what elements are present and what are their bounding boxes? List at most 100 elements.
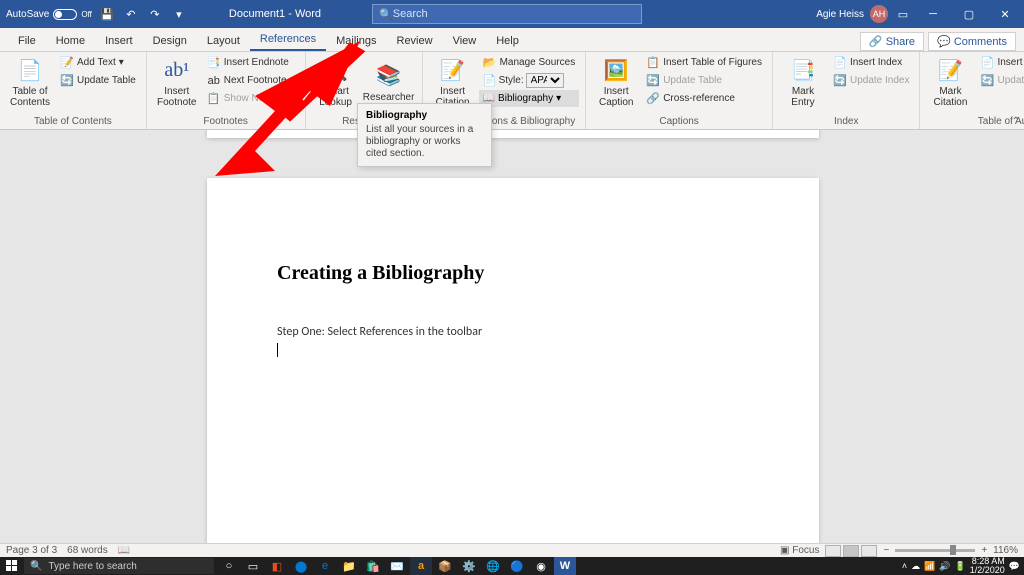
amazon-icon[interactable]: a [410,557,432,575]
start-button[interactable] [0,557,24,575]
store-icon[interactable]: 🛍️ [362,557,384,575]
tab-mailings[interactable]: Mailings [326,31,386,51]
mark-entry-button[interactable]: 📑 Mark Entry [779,54,827,110]
wifi-icon[interactable]: 📶 [924,561,935,572]
tab-help[interactable]: Help [486,31,529,51]
cortana-icon[interactable]: ○ [218,557,240,575]
status-bar: Page 3 of 3 68 words 📖 ▣ Focus − + 116% [0,543,1024,557]
word-taskbar-icon[interactable]: W [554,557,576,575]
chrome-icon[interactable]: 🌐 [482,557,504,575]
document-area[interactable]: Creating a Bibliography Step One: Select… [0,130,1024,543]
tab-file[interactable]: File [8,31,46,51]
zoom-out-button[interactable]: − [883,545,889,556]
dropbox-icon[interactable]: 📦 [434,557,456,575]
battery-icon[interactable]: 🔋 [955,561,966,572]
app-icon-4[interactable]: ◉ [530,557,552,575]
zoom-slider[interactable] [895,549,975,552]
smart-lookup-button[interactable]: 🔍 Smart Lookup [312,54,360,110]
search-box[interactable]: 🔍 [372,4,642,24]
insert-toa-button[interactable]: 📄Insert Table of Authorities [976,54,1024,71]
page-info[interactable]: Page 3 of 3 [6,545,57,556]
lookup-icon: 🔍 [322,56,350,84]
zoom-in-button[interactable]: + [981,545,987,556]
tab-insert[interactable]: Insert [95,31,143,51]
markcit-icon: 📝 [936,56,964,84]
windows-icon [6,560,18,572]
spell-check-icon[interactable]: 📖 [118,545,130,556]
style-selector[interactable]: 📄Style: APA [479,72,580,89]
close-button[interactable]: ✕ [990,0,1020,28]
taskbar-search-placeholder: Type here to search [48,561,136,572]
app-icon-1[interactable]: ◧ [266,557,288,575]
app-icon-3[interactable]: 🔵 [506,557,528,575]
user-avatar[interactable]: AH [870,5,888,23]
manage-sources-button[interactable]: 📂Manage Sources [479,54,580,71]
insert-footnote-button[interactable]: ab¹ Insert Footnote [153,54,201,110]
insert-index-button[interactable]: 📄Insert Index [829,54,914,71]
notifications-icon[interactable]: 💬 [1009,561,1020,572]
app-icon-2[interactable]: ⬤ [290,557,312,575]
onedrive-icon[interactable]: ☁ [911,561,920,572]
focus-mode[interactable]: ▣ Focus [780,545,819,556]
insert-citation-button[interactable]: 📝 Insert Citation [429,54,477,110]
endnote-icon: 📑 [207,56,221,70]
show-notes-button[interactable]: 📋Show Notes [203,90,299,107]
tab-review[interactable]: Review [387,31,443,51]
read-mode-button[interactable] [825,545,841,557]
maximize-button[interactable]: ▢ [954,0,984,28]
update-toa-button[interactable]: 🔄Update Table [976,72,1024,89]
update-index-button[interactable]: 🔄Update Index [829,72,914,89]
undo-icon[interactable]: ↶ [122,5,140,23]
redo-icon[interactable]: ↷ [146,5,164,23]
ribbon-collapse-button[interactable]: ⌃ [1012,116,1020,127]
autosave-toggle[interactable]: AutoSave Off [6,9,92,20]
settings-icon[interactable]: ⚙️ [458,557,480,575]
task-view-icon[interactable]: ▭ [242,557,264,575]
tray-expand-icon[interactable]: ˄ [902,561,907,571]
minimize-button[interactable]: ─ [918,0,948,28]
next-footnote-button[interactable]: abNext Footnote ▾ [203,72,299,89]
search-input[interactable] [393,8,635,20]
autosave-state: Off [81,10,92,19]
table-of-contents-button[interactable]: 📄 Table of Contents [6,54,54,110]
toa-icon: 📄 [980,56,994,70]
username-label[interactable]: Agie Heiss [816,9,864,20]
taskbar-search-icon: 🔍 [30,561,42,572]
update-table-cap-button[interactable]: 🔄Update Table [642,72,766,89]
add-text-button[interactable]: 📝Add Text ▾ [56,54,140,71]
researcher-button[interactable]: 📚 Researcher [362,54,416,110]
edge-icon[interactable]: e [314,557,336,575]
mark-citation-button[interactable]: 📝 Mark Citation [926,54,974,110]
qat-dropdown-icon[interactable]: ▾ [170,5,188,23]
tab-home[interactable]: Home [46,31,95,51]
document-page[interactable]: Creating a Bibliography Step One: Select… [207,178,819,543]
tab-view[interactable]: View [443,31,487,51]
insert-tof-button[interactable]: 📋Insert Table of Figures [642,54,766,71]
tab-design[interactable]: Design [143,31,197,51]
update-table-button[interactable]: 🔄Update Table [56,72,140,89]
updindex-icon: 🔄 [833,74,847,88]
tray-clock[interactable]: 8:28 AM 1/2/2020 [970,557,1005,575]
word-count[interactable]: 68 words [67,545,108,556]
comments-button[interactable]: 💬 Comments [928,32,1016,51]
volume-icon[interactable]: 🔊 [939,561,950,572]
ribbon-display-icon[interactable]: ▭ [894,5,912,23]
tab-layout[interactable]: Layout [197,31,250,51]
tof-icon: 📋 [646,56,660,70]
web-layout-button[interactable] [861,545,877,557]
save-icon[interactable]: 💾 [98,5,116,23]
insert-endnote-button[interactable]: 📑Insert Endnote [203,54,299,71]
taskbar-search[interactable]: 🔍 Type here to search [24,558,214,574]
bibliography-button[interactable]: 📖Bibliography ▾ [479,90,580,107]
zoom-level[interactable]: 116% [993,545,1018,556]
cross-reference-button[interactable]: 🔗Cross-reference [642,90,766,107]
toggle-switch[interactable] [53,9,77,20]
explorer-icon[interactable]: 📁 [338,557,360,575]
tab-references[interactable]: References [250,29,326,51]
mail-icon[interactable]: ✉️ [386,557,408,575]
group-captions: 🖼️ Insert Caption 📋Insert Table of Figur… [586,52,773,129]
share-button[interactable]: 🔗 Share [860,32,924,51]
insert-caption-button[interactable]: 🖼️ Insert Caption [592,54,640,110]
print-layout-button[interactable] [843,545,859,557]
style-dropdown[interactable]: APA [526,73,564,88]
